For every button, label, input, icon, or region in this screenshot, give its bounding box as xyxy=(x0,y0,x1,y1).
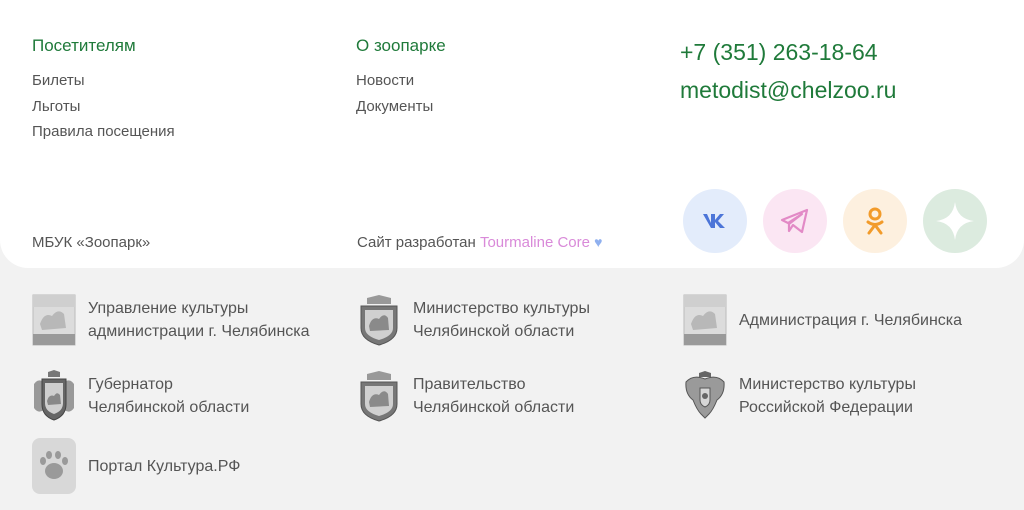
partner-city-administration[interactable]: Администрация г. Челябинска xyxy=(683,294,962,346)
partner-federal-culture-ministry[interactable]: Министерство культуры Российской Федерац… xyxy=(683,370,916,422)
footer-card: Посетителям Билеты Льготы Правила посеще… xyxy=(0,0,1024,268)
partner-kultura-portal[interactable]: Портал Культура.РФ xyxy=(32,438,240,494)
partner-line: Администрация г. Челябинска xyxy=(739,311,963,329)
odnoklassniki-icon xyxy=(866,207,884,235)
chelyabinsk-region-coat-icon xyxy=(357,294,401,346)
chelyabinsk-region-coat-icon xyxy=(357,370,401,422)
partner-line: Управление культуры xyxy=(88,300,249,317)
telegram-icon xyxy=(780,208,809,234)
phone-link[interactable]: +7 (351) 263-18-64 xyxy=(680,33,896,71)
partner-line: Челябинской области xyxy=(88,399,250,416)
russia-eagle-icon xyxy=(683,370,727,422)
telegram-button[interactable] xyxy=(763,189,827,253)
contacts: +7 (351) 263-18-64 metodist@chelzoo.ru xyxy=(680,33,896,109)
visitors-title: Посетителям xyxy=(32,36,136,55)
link-documents[interactable]: Документы xyxy=(356,94,446,120)
org-name: МБУК «Зоопарк» xyxy=(32,234,151,251)
developer-credit: Сайт разработан Tourmaline Core ♥ xyxy=(357,234,602,251)
partner-line: Губернатор xyxy=(88,376,173,393)
partner-line: Челябинской области xyxy=(413,399,575,416)
partner-line: Министерство культуры xyxy=(413,300,590,317)
odnoklassniki-button[interactable] xyxy=(843,189,907,253)
partner-line: Портал Культура.РФ xyxy=(88,457,241,475)
link-benefits[interactable]: Льготы xyxy=(32,94,175,120)
partner-line: Министерство культуры xyxy=(739,376,916,393)
developer-link[interactable]: Tourmaline Core xyxy=(480,234,590,251)
partner-line: администрации г. Челябинска xyxy=(88,323,310,340)
link-tickets[interactable]: Билеты xyxy=(32,68,175,94)
bear-paw-icon xyxy=(32,438,76,494)
partner-regional-culture-ministry[interactable]: Министерство культуры Челябинской област… xyxy=(357,294,590,346)
chelyabinsk-city-coat-icon xyxy=(683,294,727,346)
link-visit-rules[interactable]: Правила посещения xyxy=(32,119,175,145)
dzen-button[interactable] xyxy=(923,189,987,253)
about-column: О зоопарке Новости Документы xyxy=(356,36,446,119)
dzen-icon xyxy=(936,202,974,240)
governor-coat-icon xyxy=(32,370,76,422)
partner-line: Российской Федерации xyxy=(739,399,913,416)
heart-icon: ♥ xyxy=(594,234,603,250)
vk-button[interactable] xyxy=(683,189,747,253)
email-link[interactable]: metodist@chelzoo.ru xyxy=(680,71,896,109)
visitors-column: Посетителям Билеты Льготы Правила посеще… xyxy=(32,36,175,145)
partner-line: Челябинской области xyxy=(413,323,575,340)
link-news[interactable]: Новости xyxy=(356,68,446,94)
developer-prefix: Сайт разработан xyxy=(357,234,480,251)
vk-icon xyxy=(703,214,725,228)
chelyabinsk-city-coat-icon xyxy=(32,294,76,346)
partner-regional-government[interactable]: Правительство Челябинской области xyxy=(357,370,574,422)
about-title: О зоопарке xyxy=(356,36,446,55)
partner-line: Правительство xyxy=(413,376,526,393)
partner-culture-department[interactable]: Управление культуры администрации г. Чел… xyxy=(32,294,310,346)
partner-governor[interactable]: Губернатор Челябинской области xyxy=(32,370,249,422)
